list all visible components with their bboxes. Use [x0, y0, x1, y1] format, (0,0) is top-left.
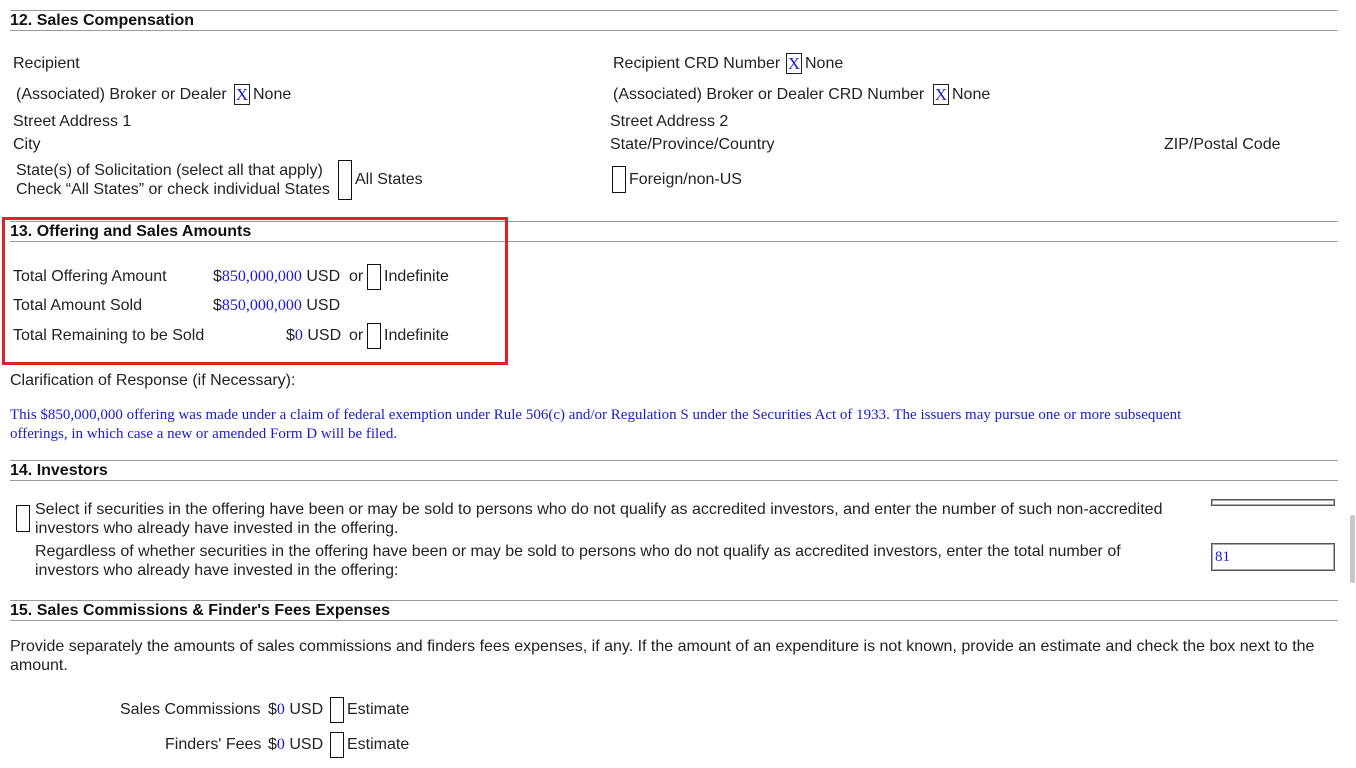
finders-fees-label: Finders' Fees: [165, 736, 262, 753]
total-investors-input[interactable]: 81: [1211, 543, 1335, 571]
section-14-top-rule: [10, 460, 1338, 461]
clarification-text-line1: This $850,000,000 offering was made unde…: [10, 407, 1182, 423]
finders-fees-estimate-checkbox[interactable]: [330, 732, 344, 758]
sales-commissions-estimate-label: Estimate: [347, 701, 410, 718]
currency-label: USD: [289, 701, 324, 718]
recipient-label: Recipient: [13, 55, 80, 72]
currency-symbol: $: [268, 701, 277, 718]
section-13-highlight-box: [2, 217, 508, 365]
solicitation-instruction-line2: Check “All States” or check individual S…: [16, 181, 330, 198]
foreign-non-us-label: Foreign/non-US: [629, 171, 742, 188]
section-12-title-rule: [10, 30, 1338, 31]
finders-fees-estimate-label: Estimate: [347, 736, 410, 753]
currency-label: USD: [289, 736, 324, 753]
currency-symbol: $: [268, 736, 277, 753]
street-address-1-label: Street Address 1: [13, 113, 132, 130]
section-15-intro-line2: amount.: [10, 657, 68, 674]
state-province-country-label: State/Province/Country: [610, 136, 775, 153]
recipient-crd-none-checkbox[interactable]: X: [786, 53, 802, 74]
assoc-broker-none-label: None: [253, 86, 292, 103]
recipient-crd-label: Recipient CRD Number: [613, 55, 781, 72]
sales-commissions-field: $0 USD: [268, 700, 323, 719]
assoc-broker-crd-label: (Associated) Broker or Dealer CRD Number: [613, 86, 925, 103]
total-investors-text-line2: investors who already have invested in t…: [35, 562, 399, 579]
total-investors-value: 81: [1215, 549, 1230, 565]
assoc-broker-none-checkbox[interactable]: X: [234, 84, 250, 105]
sales-commissions-value: 0: [276, 701, 285, 718]
clarification-text-line2: offerings, in which case a new or amende…: [10, 426, 398, 442]
recipient-crd-none-label: None: [805, 55, 844, 72]
total-investors-text-line1: Regardless of whether securities in the …: [35, 543, 1121, 560]
all-states-checkbox[interactable]: [338, 160, 352, 200]
section-15-intro-line1: Provide separately the amounts of sales …: [10, 638, 1315, 655]
assoc-broker-label: (Associated) Broker or Dealer: [16, 86, 227, 103]
all-states-label: All States: [355, 171, 423, 188]
section-15-title: 15. Sales Commissions & Finder's Fees Ex…: [10, 602, 390, 619]
non-accredited-count-input[interactable]: [1211, 499, 1335, 506]
non-accredited-checkbox[interactable]: [16, 505, 30, 532]
sales-commissions-label: Sales Commissions: [120, 701, 261, 718]
city-label: City: [13, 136, 41, 153]
street-address-2-label: Street Address 2: [610, 113, 729, 130]
sales-commissions-estimate-checkbox[interactable]: [330, 697, 344, 723]
section-12-top-rule: [10, 10, 1338, 11]
zip-postal-code-label: ZIP/Postal Code: [1164, 136, 1281, 153]
solicitation-instruction-line1: State(s) of Solicitation (select all tha…: [16, 162, 323, 179]
finders-fees-value: 0: [276, 736, 285, 753]
section-14-title-rule: [10, 480, 1338, 481]
non-accredited-text-line2: investors who already have invested in t…: [35, 520, 399, 537]
vertical-scrollbar-thumb[interactable]: [1350, 515, 1355, 583]
non-accredited-text-line1: Select if securities in the offering hav…: [35, 501, 1163, 518]
finders-fees-field: $0 USD: [268, 735, 323, 754]
section-12-title: 12. Sales Compensation: [10, 12, 195, 29]
foreign-non-us-checkbox[interactable]: [612, 166, 626, 193]
section-14-title: 14. Investors: [10, 462, 108, 479]
assoc-broker-crd-none-label: None: [952, 86, 991, 103]
assoc-broker-crd-none-checkbox[interactable]: X: [933, 84, 949, 105]
clarification-label: Clarification of Response (if Necessary)…: [10, 372, 296, 389]
section-15-title-rule: [10, 620, 1338, 621]
